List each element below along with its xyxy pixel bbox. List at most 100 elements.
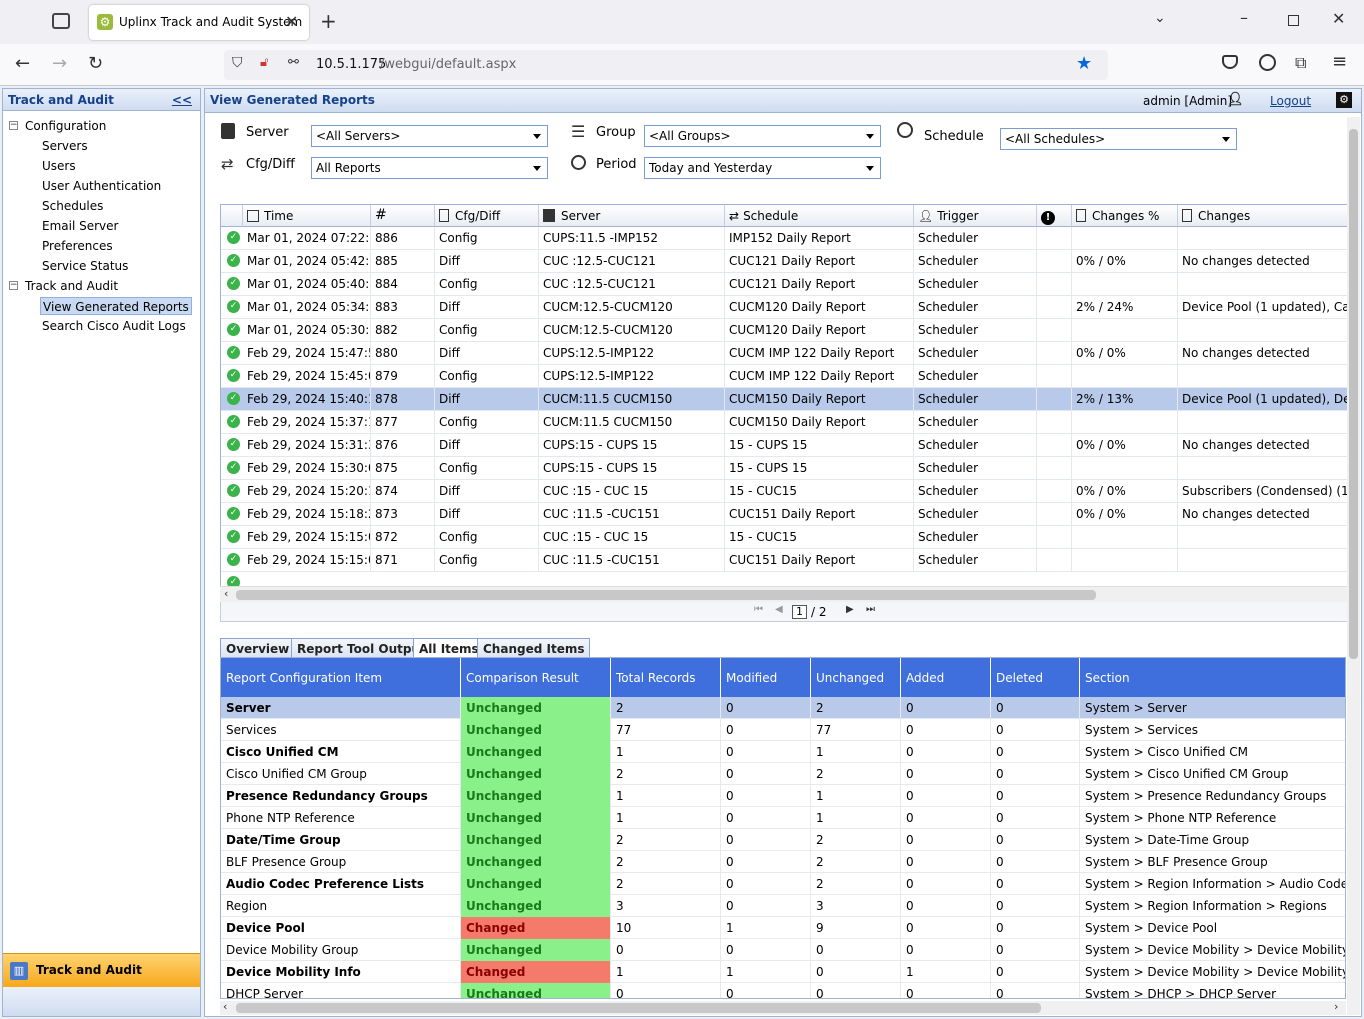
- prev-page-icon[interactable]: ◀: [775, 604, 783, 615]
- collapse-button[interactable]: <<: [172, 93, 192, 107]
- items-row[interactable]: Device Mobility Group Unchanged 0 0 0 0 0 Syste…: [221, 939, 1345, 961]
- menu-icon[interactable]: ≡: [1332, 51, 1347, 72]
- items-header-modified[interactable]: Modified: [721, 658, 811, 697]
- items-header-item[interactable]: Report Configuration Item: [221, 658, 461, 697]
- tree-track-and-audit[interactable]: Track and Audit: [25, 277, 118, 295]
- period-select[interactable]: Today and Yesterday: [644, 157, 881, 179]
- tree-service-status[interactable]: Service Status: [42, 257, 128, 275]
- grid-header-server[interactable]: Server: [539, 205, 725, 227]
- tree-email-server[interactable]: Email Server: [42, 217, 118, 235]
- logout-link[interactable]: Logout: [1270, 94, 1311, 108]
- grid-row[interactable]: ✓ Feb 29, 2024 15:15:04 872 Config CUC :15 -…: [221, 526, 1349, 549]
- items-scroll-right-icon[interactable]: ›: [1334, 1000, 1338, 1013]
- close-window-icon[interactable]: ✕: [1332, 9, 1345, 28]
- grid-header-schedule[interactable]: ⇄ Schedule: [725, 205, 914, 227]
- scroll-left-icon[interactable]: ‹: [224, 587, 228, 600]
- tree-search-cisco-audit-logs[interactable]: Search Cisco Audit Logs: [42, 317, 186, 335]
- collapse-configuration-icon[interactable]: −: [9, 121, 18, 130]
- items-row[interactable]: BLF Presence Group Unchanged 2 0 2 0 0 System >…: [221, 851, 1345, 873]
- items-row[interactable]: Device Pool Changed 10 1 9 0 0 System > Device …: [221, 917, 1345, 939]
- items-header-total[interactable]: Total Records: [611, 658, 721, 697]
- items-header-deleted[interactable]: Deleted: [991, 658, 1080, 697]
- grid-row[interactable]: ✓ Feb 29, 2024 15:40:11 878 Diff CUCM:11.5 C…: [221, 388, 1349, 411]
- grid-row[interactable]: ✓ Feb 29, 2024 15:30:05 875 Config CUPS:15 -…: [221, 457, 1349, 480]
- grid-row[interactable]: ✓ Feb 29, 2024 15:31:32 876 Diff CUPS:15 - C…: [221, 434, 1349, 457]
- grid-header-cfgdiff[interactable]: Cfg/Diff: [435, 205, 539, 227]
- grid-row[interactable]: ✓ Mar 01, 2024 05:40:10 884 Config CUC :12.5…: [221, 273, 1349, 296]
- items-row[interactable]: Region Unchanged 3 0 3 0 0 System > Region Info…: [221, 895, 1345, 917]
- items-row[interactable]: Server Unchanged 2 0 2 0 0 System > Server: [221, 697, 1345, 719]
- grid-row[interactable]: ✓ Feb 29, 2024 15:47:58 880 Diff CUPS:12.5-I…: [221, 342, 1349, 365]
- grid-scroll-thumb[interactable]: [236, 590, 1096, 600]
- pocket-icon[interactable]: [1222, 55, 1238, 69]
- main-scroll-thumb[interactable]: [1349, 129, 1358, 659]
- tree-preferences[interactable]: Preferences: [42, 237, 113, 255]
- tree-schedules[interactable]: Schedules: [42, 197, 103, 215]
- grid-header-number[interactable]: #: [371, 205, 435, 227]
- maximize-icon[interactable]: [1288, 15, 1299, 26]
- settings-icon[interactable]: ⚙: [1336, 92, 1352, 108]
- grid-header-alert[interactable]: !: [1037, 205, 1072, 227]
- tree-configuration[interactable]: Configuration: [25, 117, 106, 135]
- chevron-down-icon[interactable]: ⌄: [1154, 10, 1166, 26]
- back-arrow-icon[interactable]: ←: [15, 53, 30, 74]
- schedule-select[interactable]: <All Schedules>: [1000, 128, 1237, 150]
- items-row[interactable]: Date/Time Group Unchanged 2 0 2 0 0 System > Da…: [221, 829, 1345, 851]
- grid-header-time[interactable]: Time: [243, 205, 371, 227]
- tree-users[interactable]: Users: [42, 157, 76, 175]
- page-number-input[interactable]: 1: [792, 605, 807, 619]
- new-tab-icon[interactable]: +: [320, 9, 337, 33]
- tab-all-items[interactable]: All Items: [413, 638, 485, 659]
- items-header-added[interactable]: Added: [901, 658, 991, 697]
- grid-row[interactable]: ✓ Mar 01, 2024 05:34:09 883 Diff CUCM:12.5-C…: [221, 296, 1349, 319]
- items-header-result[interactable]: Comparison Result: [461, 658, 611, 697]
- close-tab-icon[interactable]: ✕: [285, 12, 298, 31]
- items-header-unchanged[interactable]: Unchanged: [811, 658, 901, 697]
- next-page-icon[interactable]: ▶: [846, 604, 854, 615]
- bookmark-star-icon[interactable]: ★: [1076, 53, 1092, 74]
- tab-overview[interactable]: Overview: [220, 638, 296, 658]
- items-scroll-thumb[interactable]: [236, 1003, 1041, 1013]
- group-select[interactable]: <All Groups>: [644, 125, 881, 147]
- items-row[interactable]: Services Unchanged 77 0 77 0 0 System > Service…: [221, 719, 1345, 741]
- cfg-diff-select[interactable]: All Reports: [311, 157, 548, 179]
- tab-changed-items[interactable]: Changed Items: [477, 638, 591, 658]
- collapse-track-audit-icon[interactable]: −: [9, 281, 18, 290]
- minimize-icon[interactable]: –: [1240, 8, 1248, 27]
- grid-row[interactable]: ✓ Feb 29, 2024 15:18:21 873 Diff CUC :11.5 -…: [221, 503, 1349, 526]
- last-page-icon[interactable]: ⏭: [866, 604, 875, 615]
- grid-header-changes-pct[interactable]: Changes %: [1072, 205, 1178, 227]
- items-row[interactable]: Cisco Unified CM Unchanged 1 0 1 0 0 System > C…: [221, 741, 1345, 763]
- grid-row[interactable]: ✓ Feb 29, 2024 15:20:18 874 Diff CUC :15 - C…: [221, 480, 1349, 503]
- tree-user-authentication[interactable]: User Authentication: [42, 177, 161, 195]
- grid-horizontal-scrollbar[interactable]: ‹: [220, 586, 1350, 602]
- grid-row[interactable]: ✓ Mar 01, 2024 07:22:14 886 Config CUPS:11.5…: [221, 227, 1349, 250]
- items-row[interactable]: Device Mobility Info Changed 1 1 0 1 0 System >…: [221, 961, 1345, 983]
- url-bar[interactable]: ⛉ 🔓︎ ⚯ 10.5.1.175/webgui/default.aspx ★: [224, 50, 1108, 80]
- tab-overview-icon[interactable]: [52, 13, 70, 29]
- items-row[interactable]: Cisco Unified CM Group Unchanged 2 0 2 0 0 Syst…: [221, 763, 1345, 785]
- items-row[interactable]: Phone NTP Reference Unchanged 1 0 1 0 0 System …: [221, 807, 1345, 829]
- tree-servers[interactable]: Servers: [42, 137, 88, 155]
- account-icon[interactable]: [1259, 54, 1276, 71]
- items-scroll-left-icon[interactable]: ‹: [223, 1000, 227, 1013]
- grid-row[interactable]: ✓ Mar 01, 2024 05:42:24 885 Diff CUC :12.5-C…: [221, 250, 1349, 273]
- grid-row[interactable]: ✓ Feb 29, 2024 15:37:17 877 Config CUCM:11.5…: [221, 411, 1349, 434]
- grid-header-trigger[interactable]: 👤︎ Trigger: [914, 205, 1037, 227]
- extensions-icon[interactable]: ⧉: [1295, 53, 1306, 73]
- items-row[interactable]: Audio Codec Preference Lists Unchanged 2 0 2…: [221, 873, 1345, 895]
- server-select[interactable]: <All Servers>: [311, 125, 548, 147]
- grid-row[interactable]: ✓ Feb 29, 2024 15:15:04 871 Config CUC :11.5…: [221, 549, 1349, 572]
- track-audit-nav-button[interactable]: ▥ Track and Audit: [3, 953, 200, 987]
- forward-arrow-icon[interactable]: →: [52, 53, 67, 74]
- items-header-section[interactable]: Section: [1080, 658, 1345, 697]
- main-vertical-scrollbar[interactable]: [1347, 117, 1360, 1015]
- grid-header-changes[interactable]: Changes: [1178, 205, 1349, 227]
- first-page-icon[interactable]: ⏮: [754, 604, 763, 615]
- tab-report-tool-output[interactable]: Report Tool Output: [291, 638, 432, 658]
- items-row[interactable]: Presence Redundancy Groups Unchanged 1 0 1 0 0…: [221, 785, 1345, 807]
- tree-view-generated-reports[interactable]: View Generated Reports: [40, 297, 192, 315]
- grid-row[interactable]: ✓ Mar 01, 2024 05:30:16 882 Config CUCM:12.5…: [221, 319, 1349, 342]
- browser-tab[interactable]: ⚙ Uplinx Track and Audit System ✕: [89, 5, 309, 40]
- reload-icon[interactable]: ↻: [88, 53, 103, 74]
